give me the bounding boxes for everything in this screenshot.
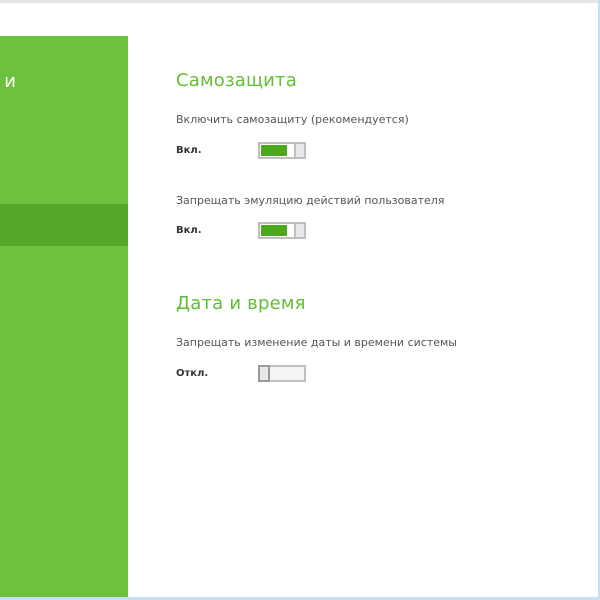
toggle-thumb[interactable] xyxy=(294,142,306,159)
block-emulation-toggle[interactable] xyxy=(258,222,306,239)
toggle-row-block-emulation: Вкл. xyxy=(176,222,376,242)
toggle-state-label: Откл. xyxy=(176,368,209,379)
self-protection-toggle[interactable] xyxy=(258,142,306,159)
toggle-row-block-date-change: Откл. xyxy=(176,365,376,385)
option-label-block-emulation: Запрещать эмуляцию действий пользователя xyxy=(176,194,445,207)
toggle-state-label: Вкл. xyxy=(176,145,202,156)
section-title-date-time: Дата и время xyxy=(176,293,306,314)
sidebar-header: и xyxy=(0,70,20,94)
toggle-thumb[interactable] xyxy=(294,222,306,239)
toggle-thumb[interactable] xyxy=(258,365,270,382)
toggle-fill xyxy=(261,225,287,236)
sidebar-header-label: и xyxy=(4,71,16,92)
sidebar: и xyxy=(0,36,128,600)
sidebar-item-selected[interactable] xyxy=(0,204,128,246)
toggle-fill xyxy=(261,145,287,156)
option-label-block-date-change: Запрещать изменение даты и времени систе… xyxy=(176,336,457,349)
title-bar xyxy=(0,0,600,36)
toggle-row-enable-self-protection: Вкл. xyxy=(176,142,376,162)
block-date-change-toggle[interactable] xyxy=(258,365,306,382)
section-title-self-protection: Самозащита xyxy=(176,70,297,91)
settings-window: и Самозащита Включить самозащиту (рекоме… xyxy=(0,0,600,600)
toggle-state-label: Вкл. xyxy=(176,225,202,236)
option-label-enable-self-protection: Включить самозащиту (рекомендуется) xyxy=(176,113,409,126)
